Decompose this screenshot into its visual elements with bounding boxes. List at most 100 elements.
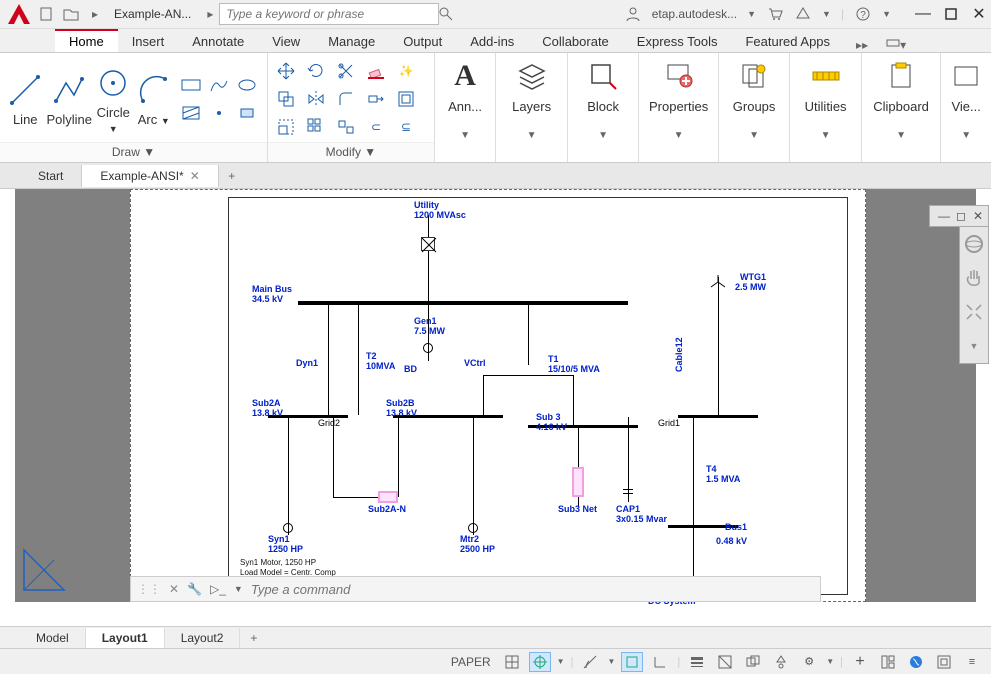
new-icon[interactable] [38,5,56,23]
ucs-icon [16,528,86,598]
point-icon[interactable] [207,101,231,125]
close-tab-icon[interactable]: ✕ [190,169,200,183]
rectangle-icon[interactable] [179,73,203,97]
tab-insert[interactable]: Insert [118,31,179,52]
hatch-icon[interactable] [179,101,203,125]
add-scale-icon[interactable]: + [849,652,871,672]
drawing-canvas[interactable]: Utility1200 MVAsc Main Bus34.5 kV WTG12.… [0,189,991,602]
close-button[interactable]: ✕ [971,6,987,22]
customize-status-icon[interactable]: ≡ [961,652,983,672]
palette-more-icon[interactable]: ▼ [960,329,988,363]
tab-home[interactable]: Home [55,29,118,52]
user-name[interactable]: etap.autodesk... [652,7,737,21]
annotation-scale-icon[interactable] [770,652,792,672]
help-icon[interactable]: ? [854,5,872,23]
panel-properties[interactable]: Properties ▼ [639,53,718,162]
region-icon[interactable] [235,101,259,125]
line-tool[interactable]: Line [6,72,44,127]
panel-block[interactable]: Block ▼ [568,53,640,162]
panel-utilities[interactable]: Utilities ▼ [790,53,862,162]
lineweight-icon[interactable] [686,652,708,672]
open-icon[interactable] [62,5,80,23]
workspace-icon[interactable] [877,652,899,672]
panel-annotation[interactable]: A Ann... ▼ [435,53,497,162]
snap-icon[interactable] [529,652,551,672]
layers-icon [515,59,549,93]
app-store-icon[interactable] [794,5,812,23]
sub3-label: Sub 34.16 kV [536,413,567,433]
tab-express[interactable]: Express Tools [623,31,732,52]
tab-view[interactable]: View [258,31,314,52]
tab-manage[interactable]: Manage [314,31,389,52]
space-indicator[interactable]: PAPER [451,655,491,669]
trim-icon[interactable] [334,59,358,83]
palette-minimize-icon[interactable]: — [937,209,951,223]
search-input[interactable] [219,3,439,25]
explode-icon[interactable]: ✨ [394,59,418,83]
polyline-tool[interactable]: Polyline [46,72,92,127]
user-icon[interactable] [624,5,642,23]
tab-collaborate[interactable]: Collaborate [528,31,623,52]
offset-icon[interactable] [394,87,418,111]
rotate-icon[interactable] [304,59,328,83]
tab-overflow-icon[interactable]: ▸▸ [850,38,874,52]
add-layout-tab[interactable]: + [240,631,267,645]
panel-layers[interactable]: Layers ▼ [496,53,568,162]
circle-tool[interactable]: Circle ▼ [94,65,132,135]
breadcrumb-arrow-icon[interactable]: ▸ [201,5,219,23]
tab-featured[interactable]: Featured Apps [731,31,844,52]
ortho-icon[interactable] [649,652,671,672]
scale-icon[interactable] [274,115,298,139]
move-icon[interactable] [274,59,298,83]
search-icon[interactable] [437,5,455,23]
polar-icon[interactable] [579,652,601,672]
spline-icon[interactable] [207,73,231,97]
panel-view[interactable]: Vie... ▼ [941,53,991,162]
align-icon[interactable] [334,115,358,139]
panel-clipboard[interactable]: Clipboard ▼ [862,53,941,162]
join-icon[interactable]: ⊆ [394,115,418,139]
add-doc-tab[interactable]: + [219,169,245,183]
ellipse-icon[interactable] [235,73,259,97]
command-input[interactable] [251,582,814,597]
stretch-icon[interactable] [364,87,388,111]
arc-tool[interactable]: Arc ▼ [135,72,173,127]
hardware-accel-icon[interactable] [905,652,927,672]
pan-icon[interactable] [960,261,988,295]
tab-annotate[interactable]: Annotate [178,31,258,52]
grid-icon[interactable] [501,652,523,672]
qat-dropdown-icon[interactable]: ▸ [86,5,104,23]
tab-panel-dropdown-icon[interactable]: ▾ [880,38,912,52]
orbit-icon[interactable] [960,227,988,261]
fillet-icon[interactable] [334,87,358,111]
array-icon[interactable] [304,115,328,139]
utilities-icon [809,59,843,93]
cmd-customize-icon[interactable]: 🔧 [187,582,202,596]
tab-addins[interactable]: Add-ins [456,31,528,52]
transparency-icon[interactable] [714,652,736,672]
osnap-icon[interactable] [621,652,643,672]
doc-tab-example[interactable]: Example-ANSI* ✕ [82,165,218,187]
copy-icon[interactable] [274,87,298,111]
break-icon[interactable]: ⊂ [364,115,388,139]
tab-layout2[interactable]: Layout2 [165,628,241,648]
isolate-icon[interactable] [933,652,955,672]
minimize-button[interactable]: — [915,6,931,22]
mirror-icon[interactable] [304,87,328,111]
cmd-handle-icon[interactable]: ⋮⋮ [137,582,161,596]
tab-output[interactable]: Output [389,31,456,52]
zoom-extents-icon[interactable] [960,295,988,329]
panel-groups[interactable]: Groups ▼ [719,53,791,162]
gear-icon[interactable]: ⚙ [798,652,820,672]
cart-icon[interactable] [766,5,784,23]
erase-icon[interactable] [364,59,388,83]
palette-close-icon[interactable]: ✕ [971,209,985,223]
doc-tab-start[interactable]: Start [20,165,82,187]
tab-layout1[interactable]: Layout1 [86,628,165,648]
selection-cycling-icon[interactable] [742,652,764,672]
palette-restore-icon[interactable]: ◻ [954,209,968,223]
bd-label: BD [404,365,417,375]
maximize-button[interactable] [943,6,959,22]
cmd-close-icon[interactable]: ✕ [169,582,179,596]
tab-model[interactable]: Model [20,628,86,648]
